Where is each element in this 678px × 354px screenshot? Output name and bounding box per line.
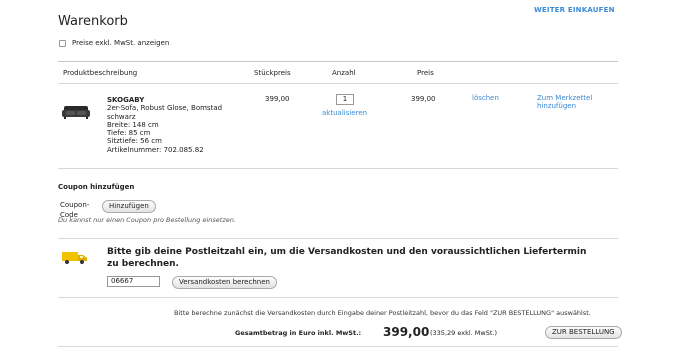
shipping-heading: Bitte gib deine Postleitzahl ein, um die… [107, 247, 587, 269]
product-seat-depth: Sitztiefe: 56 cm [107, 137, 162, 146]
delete-item-link[interactable]: löschen [472, 94, 499, 102]
product-article-number: Artikelnummer: 702.085.82 [107, 145, 204, 154]
divider [58, 168, 618, 169]
divider [58, 61, 618, 62]
total-excl-vat: (335,29 exkl. MwSt.) [430, 329, 497, 337]
truck-icon [62, 252, 87, 264]
add-to-wishlist-link[interactable]: Zum Merkzettel hinzufügen [537, 94, 603, 110]
coupon-code-input[interactable]: Coupon-Code [58, 199, 107, 219]
checkout-button[interactable]: ZUR BESTELLUNG [545, 326, 622, 339]
col-header-quantity: Anzahl [332, 69, 356, 77]
product-line-1: 2er-Sofa, Robust Glose, Bomstad [107, 104, 223, 113]
line-price: 399,00 [411, 95, 436, 103]
coupon-heading: Coupon hinzufügen [58, 183, 135, 191]
divider [58, 83, 618, 84]
update-quantity-link[interactable]: aktualisieren [322, 109, 367, 117]
total-label: Gesamtbetrag in Euro inkl. MwSt.: [235, 329, 362, 337]
calculate-shipping-button[interactable]: Versandkosten berechnen [172, 276, 277, 289]
quantity-input[interactable]: 1 [336, 94, 354, 105]
divider [58, 346, 618, 347]
col-header-description: Produktbeschreibung [63, 69, 138, 77]
divider [58, 297, 618, 298]
col-header-unit-price: Stückpreis [254, 69, 291, 77]
order-notice: Bitte berechne zunächst die Versandkoste… [174, 309, 591, 317]
product-width: Breite: 148 cm [107, 120, 159, 129]
product-image[interactable] [62, 104, 90, 120]
product-line-2: schwarz [107, 112, 136, 121]
sofa-icon [62, 106, 90, 119]
page-title: Warenkorb [58, 14, 128, 29]
col-header-price: Preis [417, 69, 434, 77]
divider [58, 238, 618, 239]
coupon-add-button[interactable]: Hinzufügen [102, 200, 156, 213]
vat-checkbox[interactable] [59, 40, 66, 47]
product-depth: Tiefe: 85 cm [107, 129, 151, 138]
total-value: 399,00 [383, 325, 430, 339]
product-name[interactable]: SKOGABY [107, 96, 222, 104]
unit-price: 399,00 [265, 95, 290, 103]
continue-shopping-link[interactable]: WEITER EINKAUFEN [534, 6, 615, 14]
coupon-note: Du kannst nur einen Coupon pro Bestellun… [58, 216, 236, 224]
delivery-truck [62, 249, 88, 265]
vat-checkbox-label: Preise exkl. MwSt. anzeigen [72, 39, 170, 47]
postcode-input[interactable]: 06667 [107, 276, 160, 287]
product-details: SKOGABY 2er-Sofa, Robust Glose, Bomstad … [107, 96, 222, 154]
